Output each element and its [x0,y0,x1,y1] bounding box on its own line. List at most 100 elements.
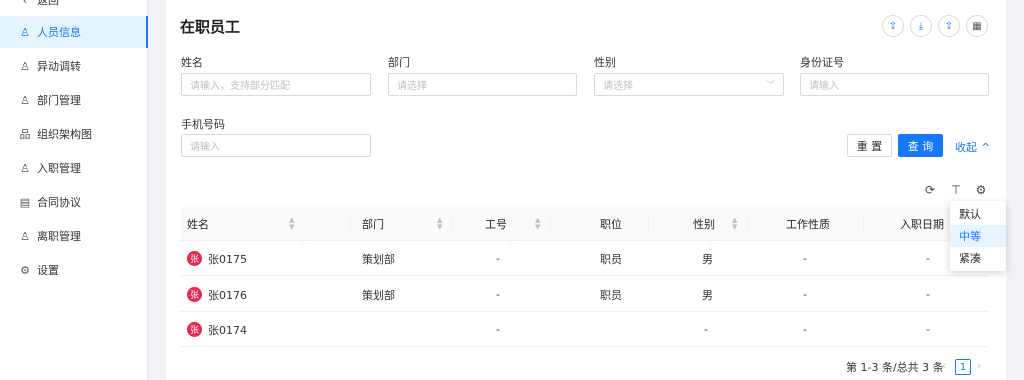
gender-cell: 男 [702,252,713,266]
column-divider [452,217,453,231]
column-divider [648,217,649,231]
upload-icon: ⇪ [888,20,898,32]
worktype-cell: - [803,288,807,301]
page-number-button[interactable]: 1 [955,359,971,375]
table-header: 姓名 ▲ ▼ 部门 ▲ ▼ 工号 ▲ ▼ 职位 性别 ▲ ▼ 工作性质 入职日期 [180,207,988,241]
contract-icon: ▤ [19,195,31,209]
dept-cell: 策划部 [362,288,395,302]
sidebar-item-label: 组织架构图 [37,128,92,141]
download-icon: ⤓ [918,20,924,32]
employee-name: 张0174 [208,323,247,337]
sort-icon[interactable]: ▲ ▼ [437,217,442,231]
sidebar-item-org-chart[interactable]: 品 组织架构图 [0,118,148,150]
worktype-cell: - [803,252,807,265]
column-header-gender[interactable]: 性别 [693,207,715,241]
column-divider [350,217,351,231]
prev-page-icon[interactable]: ‹ [942,359,946,372]
sort-icon[interactable]: ▲ ▼ [289,217,294,231]
idcard-filter-input[interactable]: 请输入 [800,73,989,96]
avatar: 张 [187,251,202,266]
density-option-compact[interactable]: 紧凑 [950,247,1006,269]
gender-filter-select[interactable]: 请选择 ﹀ [594,73,784,96]
dept-cell: 策划部 [362,252,395,266]
export-button[interactable]: ⇪ [938,15,960,37]
phone-filter-input[interactable]: 请输入 [181,134,371,157]
query-button[interactable]: 查 询 [898,134,943,157]
name-filter-input[interactable]: 请输入，支持部分匹配 [181,73,371,96]
idcard-filter-label: 身份证号 [800,56,844,69]
upload-button[interactable]: ⇪ [882,15,904,37]
name-cell: 张 张0176 [187,277,247,312]
chevron-up-icon: ^ [981,140,991,154]
column-header-dept[interactable]: 部门 [362,207,384,241]
empno-cell: - [496,252,500,265]
user-icon: ♙ [20,25,30,39]
reset-button[interactable]: 重 置 [847,134,892,157]
name-filter-placeholder: 请输入，支持部分匹配 [190,81,290,92]
user-icon: ♙ [20,93,30,107]
gender-filter-label: 性别 [594,56,616,69]
page-title: 在职员工 [180,18,241,36]
pagination-summary: 第 1-3 条/总共 3 条 [846,361,944,374]
sidebar-item-settings[interactable]: ⚙ 设置 [0,254,148,286]
back-link[interactable]: ‹ 返回 [0,0,148,12]
export-icon: ⇪ [944,20,954,32]
sidebar-item-label: 部门管理 [37,94,81,107]
collapse-toggle[interactable]: 收起 ^ [955,139,990,155]
column-header-empno[interactable]: 工号 [485,207,507,241]
download-button[interactable]: ⤓ [910,15,932,37]
org-chart-icon: 品 [19,128,31,141]
chevron-left-icon: ‹ [22,0,28,7]
employee-name: 张0176 [208,288,247,302]
dept-filter-select[interactable]: 请选择 [388,73,577,96]
sort-icon[interactable]: ▲ ▼ [535,217,540,231]
column-divider [863,217,864,231]
table-row[interactable]: 张 张0175 策划部 - 职员 男 - - [180,241,988,276]
sidebar-item-contract[interactable]: ▤ 合同协议 [0,186,148,218]
avatar: 张 [187,287,202,302]
dept-filter-placeholder: 请选择 [397,81,427,92]
idcard-filter-placeholder: 请输入 [809,81,839,92]
sidebar-item-resignation[interactable]: ♙ 离职管理 [0,220,148,252]
sort-icon[interactable]: ▲ ▼ [732,217,737,231]
worktype-cell: - [803,323,807,336]
name-cell: 张 张0174 [187,312,247,347]
sidebar-item-employee-info[interactable]: ♙ 人员信息 [0,16,148,48]
sidebar-item-department[interactable]: ♙ 部门管理 [0,84,148,116]
position-cell: 职员 [600,288,622,302]
density-option-default[interactable]: 默认 [950,203,1006,225]
sidebar-item-transfer[interactable]: ♙ 异动调转 [0,50,148,82]
sidebar-item-label: 人员信息 [37,26,81,39]
gender-cell: - [704,323,708,336]
density-option-medium[interactable]: 中等 [950,225,1006,247]
sidebar-item-label: 入职管理 [37,162,81,175]
phone-filter-label: 手机号码 [181,118,225,131]
table-row[interactable]: 张 张0174 - - - - [180,312,988,347]
sidebar-item-label: 离职管理 [37,230,81,243]
grid-view-button[interactable]: ▦ [966,15,988,37]
density-menu: 默认 中等 紧凑 [950,201,1006,271]
next-page-icon[interactable]: › [977,359,981,372]
phone-filter-placeholder: 请输入 [190,142,220,153]
table-row[interactable]: 张 张0176 策划部 - 职员 男 - - [180,277,988,312]
sidebar-item-onboarding[interactable]: ♙ 入职管理 [0,152,148,184]
position-cell: 职员 [600,252,622,266]
sidebar-item-label: 合同协议 [37,196,81,209]
user-icon: ♙ [20,229,30,243]
column-header-hiredate: 入职日期 [900,218,944,231]
name-cell: 张 张0175 [187,241,247,276]
column-header-position: 职位 [600,218,622,231]
name-filter-label: 姓名 [181,56,203,69]
density-icon[interactable]: ⊤ [949,183,963,197]
hiredate-cell: - [926,252,930,265]
grid-icon: ▦ [972,20,982,32]
main-panel: 在职员工 ⇪ ⤓ ⇪ ▦ 姓名 请输入，支持部分匹配 部门 请选择 性别 请选择… [166,0,1006,380]
settings-icon[interactable]: ⚙ [974,183,988,197]
refresh-icon[interactable]: ⟳ [923,183,937,197]
sidebar-item-label: 异动调转 [37,60,81,73]
gender-cell: 男 [702,288,713,302]
column-divider [550,217,551,231]
gender-filter-placeholder: 请选择 [603,81,633,92]
employee-name: 张0175 [208,252,247,266]
column-header-name[interactable]: 姓名 [187,207,209,241]
